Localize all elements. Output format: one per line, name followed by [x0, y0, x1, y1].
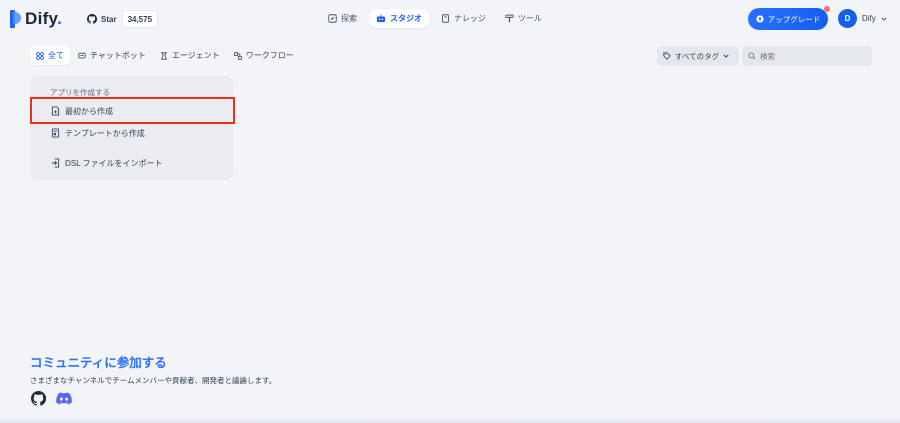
- github-icon[interactable]: [31, 391, 46, 406]
- import-icon: [51, 158, 60, 168]
- filter-workflow[interactable]: ワークフロー: [228, 46, 300, 65]
- create-from-scratch-option[interactable]: 最初から作成: [51, 104, 113, 118]
- user-name: Dify: [862, 14, 876, 23]
- chat-icon: [78, 52, 86, 60]
- import-dsl-option[interactable]: DSL ファイルをインポート: [51, 156, 163, 170]
- nav-knowledge[interactable]: ナレッジ: [433, 9, 494, 28]
- filter-agent-label: エージェント: [171, 51, 220, 60]
- bottom-edge: [0, 417, 900, 423]
- compass-icon: [328, 14, 337, 23]
- avatar: D: [838, 9, 857, 28]
- robot-icon: [376, 14, 386, 23]
- create-from-scratch-label: 最初から作成: [65, 106, 113, 116]
- workflow-icon: [234, 51, 242, 60]
- nav-tools-label: ツール: [518, 14, 542, 23]
- nav-studio[interactable]: スタジオ: [368, 9, 430, 28]
- book-icon: [441, 14, 450, 23]
- notification-dot: [824, 6, 830, 12]
- tag-filter-dropdown[interactable]: すべてのタグ: [657, 46, 739, 66]
- github-star-button[interactable]: Star 34,575: [82, 10, 159, 28]
- filter-agent[interactable]: エージェント: [154, 46, 226, 65]
- filter-all[interactable]: 全て: [30, 46, 70, 65]
- hammer-icon: [505, 14, 514, 23]
- create-app-title: アプリを作成する: [50, 88, 110, 97]
- community-section: コミュニティに参加する さまざまなチャンネルでチームメンバーや貢献者、開発者と議…: [30, 352, 276, 386]
- upgrade-icon: [756, 15, 764, 23]
- create-from-template-option[interactable]: テンプレートから作成: [51, 126, 145, 140]
- discord-icon[interactable]: [56, 392, 72, 405]
- github-star-count: 34,575: [121, 10, 159, 28]
- dify-logo[interactable]: Dify.: [10, 9, 62, 29]
- github-star-label: Star: [101, 14, 117, 24]
- tag-icon: [663, 52, 671, 60]
- nav-explore-label: 探索: [341, 14, 357, 23]
- nav-tools[interactable]: ツール: [497, 9, 550, 28]
- filter-chatbot-label: チャットボット: [90, 51, 146, 60]
- create-app-card: アプリを作成する 最初から作成 テンプレートから作成 DSL ファイルをインポー…: [30, 76, 233, 180]
- nav-knowledge-label: ナレッジ: [454, 14, 486, 23]
- grid-icon: [36, 51, 44, 60]
- upgrade-button[interactable]: アップグレード: [748, 6, 830, 30]
- top-header: Dify. Star 34,575 探索 スタジオ ナレッジ ツール アップグレ…: [0, 0, 900, 38]
- agent-icon: [160, 51, 168, 60]
- template-icon: [51, 128, 60, 138]
- nav-studio-label: スタジオ: [390, 14, 422, 23]
- github-icon: [87, 14, 97, 24]
- filter-chatbot[interactable]: チャットボット: [72, 46, 152, 65]
- community-description: さまざまなチャンネルでチームメンバーや貢献者、開発者と議論します。: [30, 376, 277, 385]
- filter-all-label: 全て: [48, 51, 64, 60]
- chevron-down-icon: [881, 16, 887, 22]
- chevron-down-icon: [723, 53, 729, 59]
- file-plus-icon: [51, 106, 60, 116]
- social-links: [31, 391, 72, 406]
- logo-text: Dify: [25, 9, 58, 28]
- app-toolbar: 全て チャットボット エージェント ワークフロー すべてのタグ: [30, 46, 872, 66]
- search-input[interactable]: [760, 51, 860, 61]
- search-box[interactable]: [742, 46, 872, 66]
- tag-filter-label: すべてのタグ: [675, 51, 720, 61]
- filter-workflow-label: ワークフロー: [245, 51, 294, 60]
- import-dsl-label: DSL ファイルをインポート: [65, 158, 163, 168]
- app-type-filters: 全て チャットボット エージェント ワークフロー: [30, 46, 300, 65]
- community-title: コミュニティに参加する: [30, 356, 167, 370]
- logo-suffix: .: [57, 9, 63, 28]
- main-nav: 探索 スタジオ ナレッジ ツール: [320, 9, 553, 28]
- create-from-template-label: テンプレートから作成: [65, 128, 145, 138]
- upgrade-label: アップグレード: [767, 14, 821, 24]
- search-icon: [748, 52, 756, 60]
- nav-explore[interactable]: 探索: [320, 9, 365, 28]
- dify-logo-mark: [10, 10, 21, 28]
- user-menu[interactable]: D Dify: [838, 9, 887, 28]
